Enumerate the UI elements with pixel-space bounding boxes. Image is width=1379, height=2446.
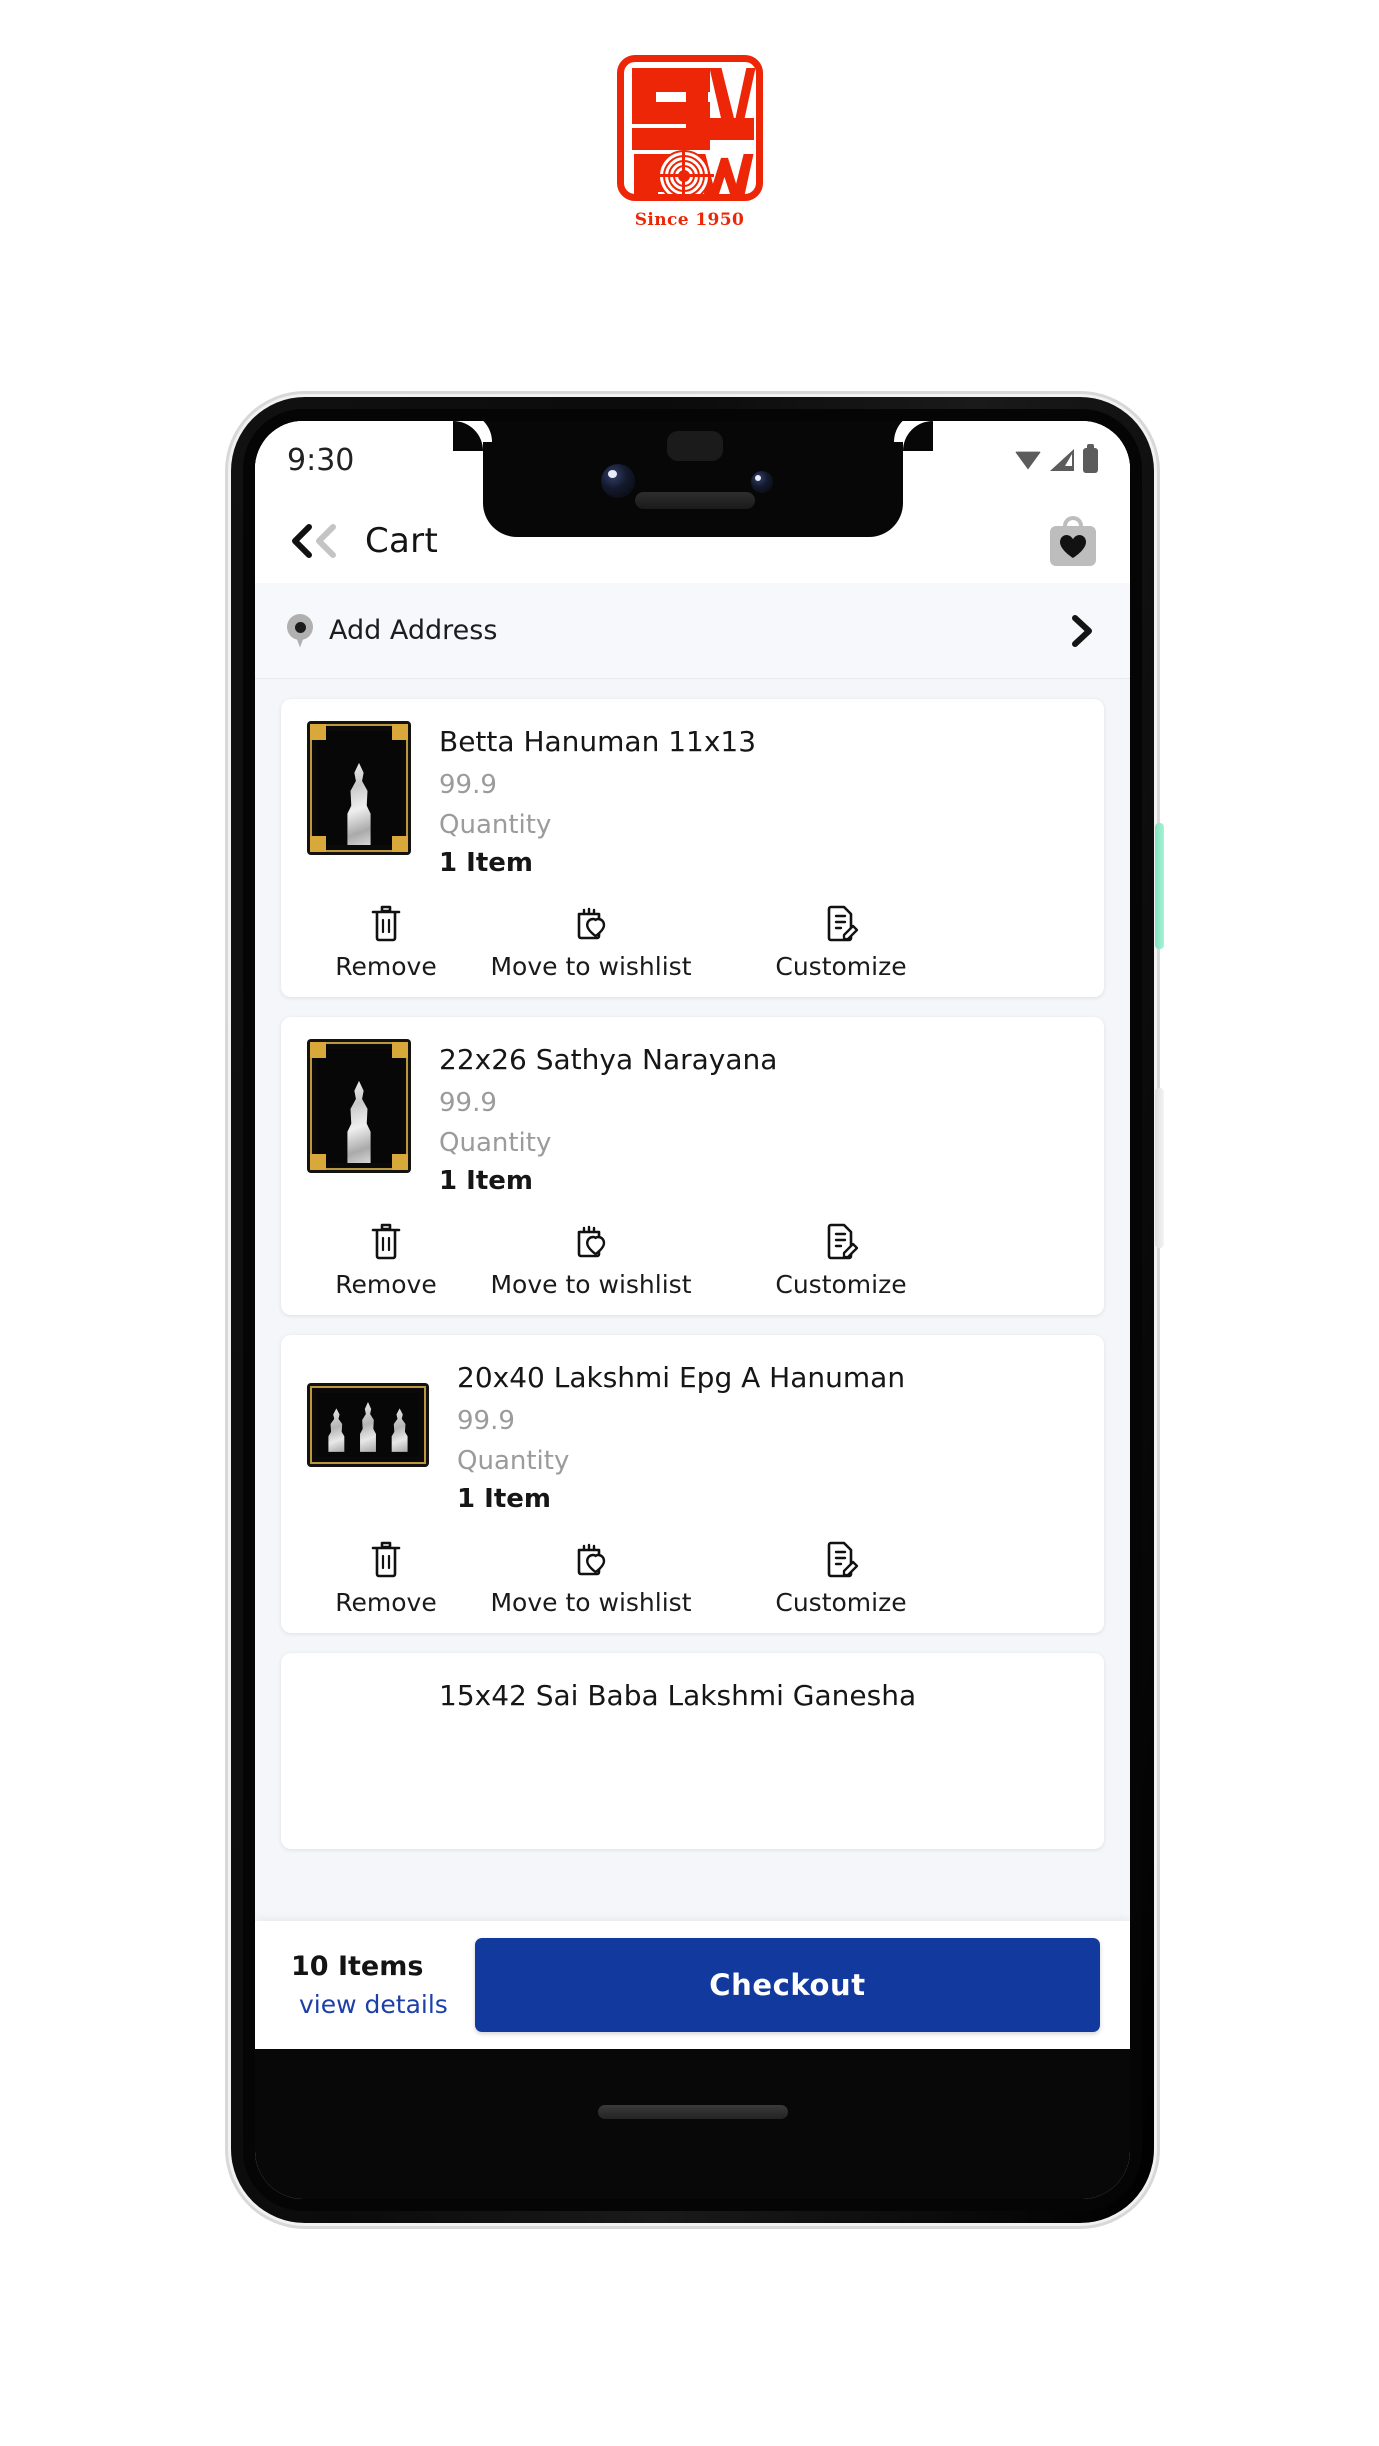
app-viewport: 9:30 Cart Add Address Betta Hanuman 11x1…	[255, 421, 1130, 2049]
product-thumbnail[interactable]	[307, 1039, 411, 1173]
remove-label: Remove	[335, 1270, 437, 1299]
customize-button[interactable]: Customize	[721, 1540, 961, 1617]
phone-chin	[255, 2049, 1130, 2199]
quantity-value: 1 Item	[439, 1166, 533, 1196]
document-pencil-icon	[827, 1223, 859, 1260]
wishlist-label: Move to wishlist	[490, 1588, 692, 1617]
battery-icon	[1083, 443, 1098, 473]
remove-button[interactable]: Remove	[311, 1540, 461, 1617]
customize-label: Customize	[775, 952, 907, 981]
product-price: 99.9	[457, 1406, 515, 1436]
cart-item-card[interactable]: 20x40 Lakshmi Epg A Hanuman 99.9 Quantit…	[281, 1335, 1104, 1633]
trash-icon	[371, 1541, 401, 1578]
product-thumbnail[interactable]	[307, 721, 411, 855]
cart-item-actions: Remove Move to wishlist Customize	[307, 904, 1078, 981]
bag-heart-icon	[577, 1225, 606, 1258]
product-name: 20x40 Lakshmi Epg A Hanuman	[457, 1361, 906, 1394]
signal-icon	[1050, 449, 1074, 471]
cart-item-actions: Remove Move to wishlist Customize	[307, 1540, 1078, 1617]
move-to-wishlist-button[interactable]: Move to wishlist	[461, 1222, 721, 1299]
earpiece-speaker	[634, 492, 755, 509]
quantity-value: 1 Item	[457, 1484, 551, 1514]
front-camera-secondary-icon	[750, 471, 773, 493]
add-address-row[interactable]: Add Address	[255, 583, 1130, 679]
cart-item-card[interactable]: 22x26 Sathya Narayana 99.9 Quantity 1 It…	[281, 1017, 1104, 1315]
brand-logo: Since 1950	[0, 55, 1379, 230]
quantity-label: Quantity	[439, 810, 552, 840]
product-name: 15x42 Sai Baba Lakshmi Ganesha	[439, 1679, 917, 1712]
bottom-speaker-grille	[597, 2105, 788, 2119]
heart-icon	[1060, 535, 1086, 558]
phone-notch	[452, 421, 933, 537]
checkout-bar: 10 Items view details Checkout	[255, 1921, 1130, 2049]
customize-label: Customize	[775, 1588, 907, 1617]
product-thumbnail[interactable]	[307, 1675, 411, 1809]
bag-heart-icon	[577, 907, 606, 940]
quantity-value: 1 Item	[439, 848, 533, 878]
cart-item-actions: Remove Move to wishlist Customize	[307, 1222, 1078, 1299]
bag-heart-icon	[577, 1543, 606, 1576]
wishlist-label: Move to wishlist	[490, 1270, 692, 1299]
remove-label: Remove	[335, 1588, 437, 1617]
cart-item-card[interactable]: 15x42 Sai Baba Lakshmi Ganesha	[281, 1653, 1104, 1849]
trash-icon	[371, 1223, 401, 1260]
move-to-wishlist-button[interactable]: Move to wishlist	[461, 1540, 721, 1617]
page-title: Cart	[365, 521, 439, 561]
remove-button[interactable]: Remove	[311, 904, 461, 981]
customize-button[interactable]: Customize	[721, 1222, 961, 1299]
customize-button[interactable]: Customize	[721, 904, 961, 981]
front-camera-main-icon	[600, 464, 635, 498]
phone-mockup: 9:30 Cart Add Address Betta Hanuman 11x1…	[225, 391, 1164, 2229]
remove-label: Remove	[335, 952, 437, 981]
chevron-left-secondary-icon	[316, 524, 336, 558]
quantity-label: Quantity	[457, 1446, 570, 1476]
location-pin-icon	[287, 613, 313, 648]
remove-button[interactable]: Remove	[311, 1222, 461, 1299]
product-price: 99.9	[439, 770, 497, 800]
wishlist-bag-heart-icon[interactable]	[1046, 514, 1100, 568]
wifi-icon	[1015, 451, 1041, 470]
proximity-sensor-icon	[666, 431, 723, 461]
document-pencil-icon	[827, 1541, 859, 1578]
product-thumbnail[interactable]	[307, 1383, 429, 1467]
phone-screen: 9:30 Cart Add Address Betta Hanuman 11x1…	[255, 421, 1130, 2199]
target-rings-icon	[653, 146, 714, 194]
document-pencil-icon	[827, 905, 859, 942]
phone-volume-button[interactable]	[1155, 1088, 1164, 1248]
quantity-label: Quantity	[439, 1128, 552, 1158]
chevron-left-icon	[292, 524, 312, 558]
view-details-link[interactable]: view details	[285, 1990, 448, 2019]
cart-item-list[interactable]: Betta Hanuman 11x13 99.9 Quantity 1 Item	[255, 679, 1130, 2049]
chevron-right-icon	[1072, 614, 1092, 647]
phone-power-button[interactable]	[1155, 823, 1164, 949]
add-address-label: Add Address	[329, 615, 498, 646]
product-name: Betta Hanuman 11x13	[439, 725, 757, 758]
brand-tagline: Since 1950	[634, 210, 745, 230]
back-button[interactable]	[285, 518, 341, 564]
product-price: 99.9	[439, 1088, 497, 1118]
move-to-wishlist-button[interactable]: Move to wishlist	[461, 904, 721, 981]
wishlist-label: Move to wishlist	[490, 952, 692, 981]
product-name: 22x26 Sathya Narayana	[439, 1043, 778, 1076]
customize-label: Customize	[775, 1270, 907, 1299]
checkout-button[interactable]: Checkout	[475, 1938, 1100, 2032]
screenshot-root: Since 1950 9:30 Cart Add Address Betta H…	[0, 0, 1379, 2446]
items-count: 10 Items	[291, 1951, 424, 1982]
trash-icon	[371, 905, 401, 942]
cart-item-card[interactable]: Betta Hanuman 11x13 99.9 Quantity 1 Item	[281, 699, 1104, 997]
status-clock: 9:30	[287, 442, 355, 478]
slv-pw-logo-icon	[616, 55, 763, 201]
